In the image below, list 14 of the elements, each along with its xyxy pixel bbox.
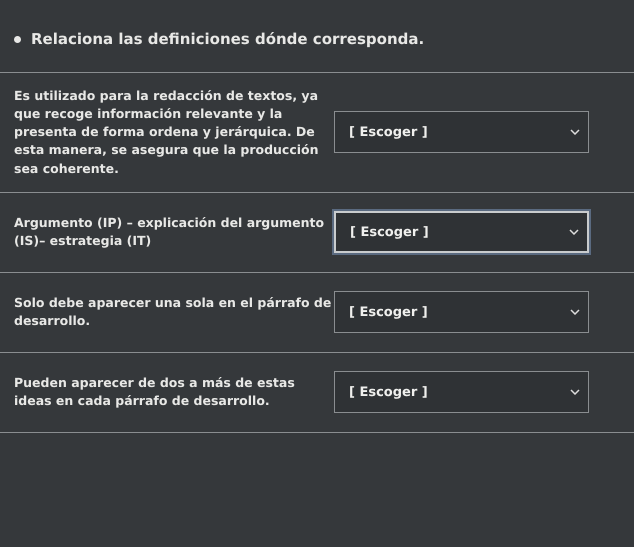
definition-text: Solo debe aparecer una sola en el párrafo de desarrollo. — [14, 294, 332, 330]
answer-select[interactable]: [ Escoger ] — [334, 371, 589, 414]
definition-text: Argumento (IP) – explicación del argumento (IS)– estrategia (IT) — [14, 214, 326, 250]
chevron-icon — [570, 389, 580, 396]
answer-select[interactable]: [ Escoger ] — [334, 291, 589, 334]
instruction-text: Relaciona las definiciones dónde corresponda. — [31, 30, 424, 48]
definition-text: Pueden aparecer de dos a más de estas ideas en cada párrafo de desarrollo. — [14, 374, 296, 410]
chevron-icon — [570, 129, 580, 136]
chevron-icon — [570, 309, 580, 316]
answer-select[interactable]: [ Escoger ] — [334, 211, 589, 254]
chevron-icon — [569, 229, 579, 236]
answer-select[interactable]: [ Escoger ] — [334, 111, 589, 154]
definition-text: Es utilizado para la redacción de textos, ya que recoge información relevante y la presenta de forma ordena y jerárquica. De esta manera, se asegura que la producción sea coherente. — [14, 87, 320, 178]
bullet-icon — [14, 36, 21, 42]
